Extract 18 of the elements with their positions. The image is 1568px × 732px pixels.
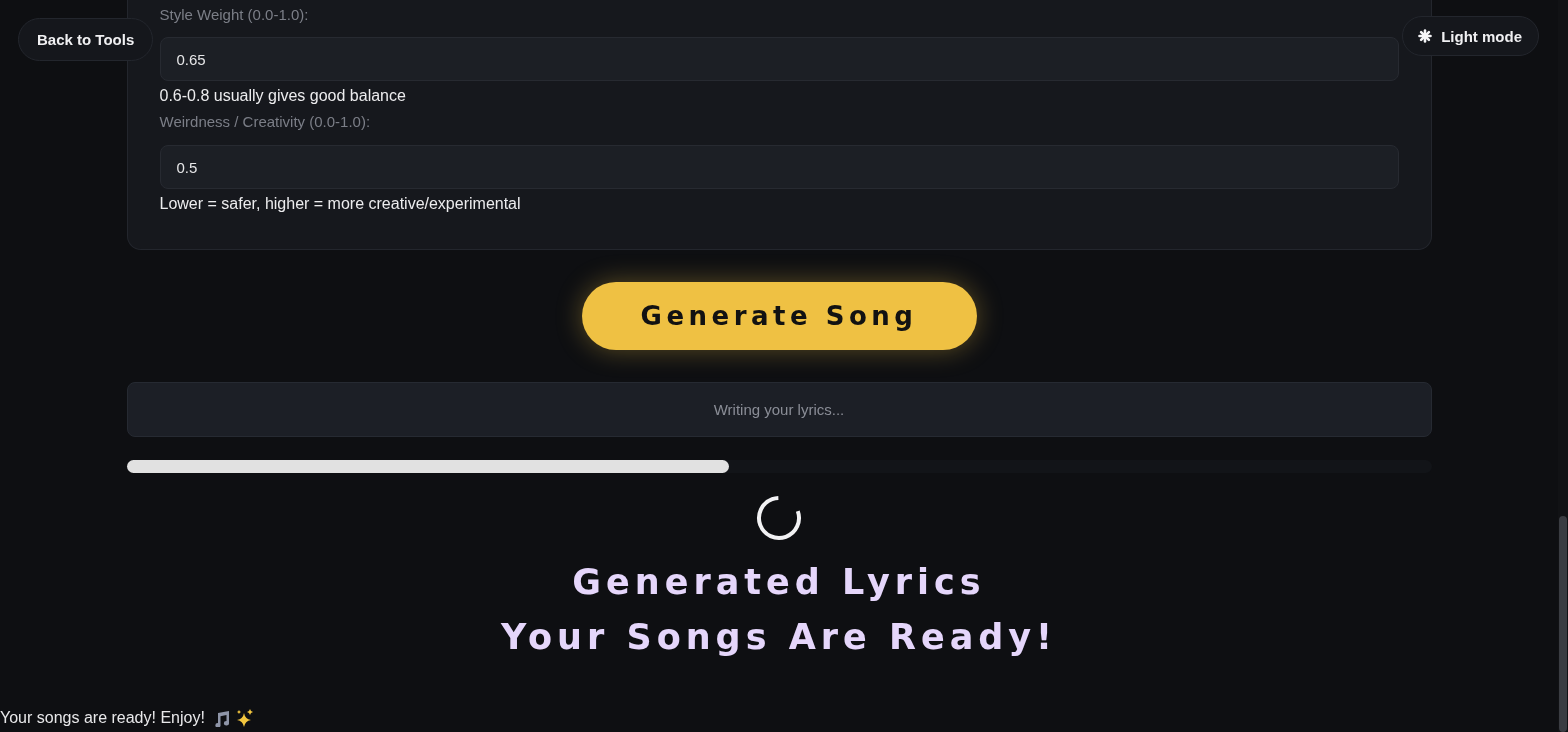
- section-heading: Your Songs Are Ready!: [500, 616, 1058, 659]
- status-message: Writing your lyrics...: [126, 382, 1432, 437]
- field-hint: 0.6-0.8 usually gives good balance: [159, 86, 406, 106]
- scrollbar-thumb[interactable]: [1559, 516, 1567, 732]
- theme-toggle-button[interactable]: Light mode: [1402, 16, 1539, 56]
- sparkle-icon: [235, 709, 254, 727]
- toast-message: Your songs are ready! Enjoy!: [0, 708, 205, 728]
- input-field[interactable]: 0.65: [159, 37, 1399, 81]
- generate-song-button[interactable]: Generate Song: [581, 282, 977, 350]
- field-label: Style Weight (0.0-1.0):: [159, 5, 309, 25]
- section-heading: Generated Lyrics: [572, 562, 986, 602]
- asterisk-icon: [1418, 29, 1433, 43]
- field-hint: Lower = safer, higher = more creative/experimental: [159, 194, 521, 214]
- input-field[interactable]: 0.5: [159, 145, 1399, 189]
- loading-spinner-icon: [756, 495, 802, 541]
- back-button[interactable]: Back to Tools: [18, 18, 154, 61]
- field-label: Weirdness / Creativity (0.0-1.0):: [159, 112, 371, 132]
- music-note-icon: [212, 709, 230, 727]
